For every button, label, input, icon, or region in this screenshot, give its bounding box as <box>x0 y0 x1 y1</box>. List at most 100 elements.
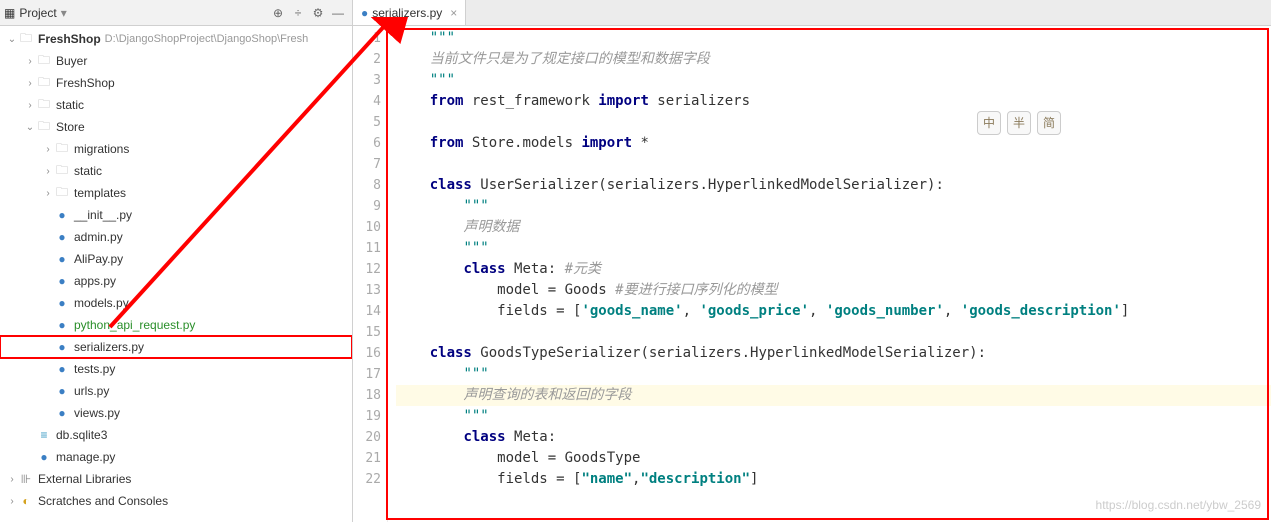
line-number: 7 <box>355 154 381 175</box>
code-line[interactable]: from Store.models import * <box>396 133 1271 154</box>
tree-row[interactable]: ●python_api_request.py <box>0 314 352 336</box>
expand-icon[interactable]: ⌄ <box>6 34 18 45</box>
folder-icon: 🗀 <box>36 97 52 113</box>
tree-row[interactable]: ● tests.py <box>0 358 352 380</box>
tree-label: static <box>56 98 84 112</box>
py-icon: ● <box>54 405 70 421</box>
line-number: 14 <box>355 301 381 322</box>
code-line[interactable]: fields = ["name","description"] <box>396 469 1271 490</box>
line-number: 15 <box>355 322 381 343</box>
code-line[interactable]: 声明查询的表和返回的字段 <box>396 385 1271 406</box>
code-line[interactable]: class UserSerializer(serializers.Hyperli… <box>396 175 1271 196</box>
code-line[interactable]: """ <box>396 238 1271 259</box>
tree-row[interactable]: ›🗀 static <box>0 94 352 116</box>
folder-icon: 🗀 <box>54 163 70 179</box>
tree-row[interactable]: ●AliPay.py <box>0 248 352 270</box>
line-number: 9 <box>355 196 381 217</box>
editor: 12345678910111213141516171819202122 """ … <box>353 26 1271 522</box>
code-line[interactable]: class GoodsTypeSerializer(serializers.Hy… <box>396 343 1271 364</box>
tree-label: models.py <box>74 296 129 310</box>
code-line[interactable]: """ <box>396 364 1271 385</box>
tree-row[interactable]: ≡db.sqlite3 <box>0 424 352 446</box>
project-tool-icon: ▦ <box>4 6 15 20</box>
tree-row[interactable]: ⌄🗀Store <box>0 116 352 138</box>
tree-label: tests.py <box>74 362 115 376</box>
code-line[interactable] <box>396 154 1271 175</box>
ime-3[interactable]: 简 <box>1037 111 1061 135</box>
tree-label: __init__.py <box>74 208 132 222</box>
split-icon[interactable]: ÷ <box>288 6 308 20</box>
tree-row[interactable]: ›◐Scratches and Consoles <box>0 490 352 512</box>
code-line[interactable]: 声明数据 <box>396 217 1271 238</box>
tree-label: admin.py <box>74 230 123 244</box>
watermark: https://blog.csdn.net/ybw_2569 <box>1096 498 1261 512</box>
tab-serializers[interactable]: ● serializers.py × <box>353 0 466 25</box>
code-line[interactable] <box>396 112 1271 133</box>
expand-icon[interactable]: › <box>24 56 36 67</box>
project-tree[interactable]: ⌄🗀FreshShop D:\DjangoShopProject\DjangoS… <box>0 26 352 522</box>
project-label: Project <box>19 6 56 20</box>
expand-icon[interactable]: ⌄ <box>24 122 36 133</box>
hide-icon[interactable]: — <box>328 6 348 20</box>
code-line[interactable]: """ <box>396 406 1271 427</box>
code-viewport[interactable]: """ 当前文件只是为了规定接口的模型和数据字段 """ from rest_f… <box>388 26 1271 522</box>
expand-icon[interactable]: › <box>42 166 54 177</box>
py-icon: ● <box>54 383 70 399</box>
expand-icon[interactable]: › <box>6 474 18 485</box>
code-line[interactable]: model = Goods #要进行接口序列化的模型 <box>396 280 1271 301</box>
folder-icon: 🗀 <box>36 119 52 135</box>
line-number: 4 <box>355 91 381 112</box>
target-icon[interactable]: ⊕ <box>268 6 288 20</box>
tree-row[interactable]: ●apps.py <box>0 270 352 292</box>
tree-row[interactable]: ●manage.py <box>0 446 352 468</box>
expand-icon[interactable]: › <box>42 144 54 155</box>
expand-icon[interactable]: › <box>42 188 54 199</box>
line-number: 2 <box>355 49 381 70</box>
tree-row[interactable]: ●__init__.py <box>0 204 352 226</box>
code-line[interactable]: """ <box>396 28 1271 49</box>
tree-row[interactable]: ›🗀Buyer <box>0 50 352 72</box>
code-line[interactable]: from rest_framework import serializers <box>396 91 1271 112</box>
tree-row[interactable]: ›🗀migrations <box>0 138 352 160</box>
line-number: 13 <box>355 280 381 301</box>
tree-row[interactable]: ›🗀FreshShop <box>0 72 352 94</box>
py-icon: ● <box>36 449 52 465</box>
line-number: 16 <box>355 343 381 364</box>
tree-row[interactable]: ●serializers.py <box>0 336 352 358</box>
tree-label: views.py <box>74 406 120 420</box>
ime-indicator[interactable]: 中 半 简 <box>977 111 1061 135</box>
code-line[interactable]: """ <box>396 70 1271 91</box>
tree-row[interactable]: ›🗀 static <box>0 160 352 182</box>
close-tab-icon[interactable]: × <box>450 6 457 20</box>
tree-label: static <box>74 164 102 178</box>
gear-icon[interactable]: ⚙ <box>308 6 328 20</box>
expand-icon[interactable]: › <box>6 496 18 507</box>
line-number: 1 <box>355 28 381 49</box>
tree-label: Buyer <box>56 54 87 68</box>
code-line[interactable]: class Meta: #元类 <box>396 259 1271 280</box>
code-line[interactable]: fields = ['goods_name', 'goods_price', '… <box>396 301 1271 322</box>
expand-icon[interactable]: › <box>24 78 36 89</box>
line-number: 19 <box>355 406 381 427</box>
tree-row[interactable]: ⌄🗀FreshShop D:\DjangoShopProject\DjangoS… <box>0 28 352 50</box>
python-file-icon: ● <box>361 6 368 20</box>
tree-row[interactable]: ●models.py <box>0 292 352 314</box>
tree-row[interactable]: ›⊪External Libraries <box>0 468 352 490</box>
code-line[interactable]: 当前文件只是为了规定接口的模型和数据字段 <box>396 49 1271 70</box>
tree-row[interactable]: ›🗀templates <box>0 182 352 204</box>
code-line[interactable]: model = GoodsType <box>396 448 1271 469</box>
ime-2[interactable]: 半 <box>1007 111 1031 135</box>
db-icon: ≡ <box>36 427 52 443</box>
code-line[interactable]: class Meta: <box>396 427 1271 448</box>
ime-1[interactable]: 中 <box>977 111 1001 135</box>
code-line[interactable]: """ <box>396 196 1271 217</box>
tree-row[interactable]: ●urls.py <box>0 380 352 402</box>
py-icon: ● <box>54 361 70 377</box>
code-line[interactable] <box>396 322 1271 343</box>
tree-row[interactable]: ● views.py <box>0 402 352 424</box>
expand-icon[interactable]: › <box>24 100 36 111</box>
folder-icon: 🗀 <box>18 31 34 47</box>
tree-row[interactable]: ●admin.py <box>0 226 352 248</box>
project-dropdown-icon[interactable]: ▾ <box>61 6 67 20</box>
tree-label: External Libraries <box>38 472 131 486</box>
